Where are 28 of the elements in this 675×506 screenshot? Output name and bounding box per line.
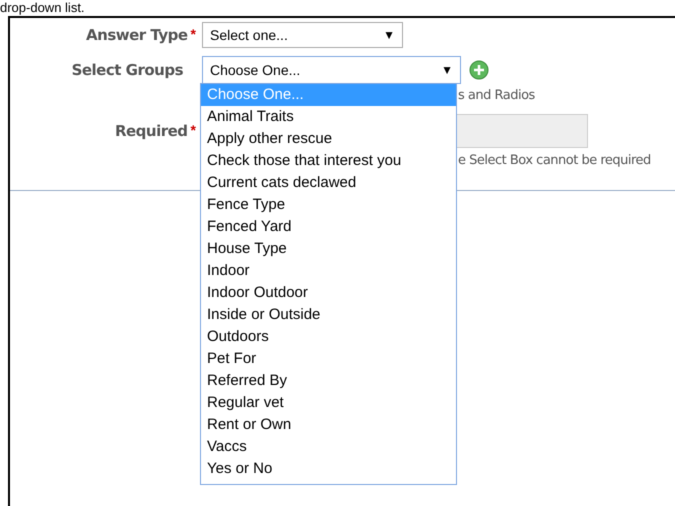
help-text: e Select Box cannot be required [458, 152, 651, 170]
field-label: Required [114, 120, 188, 142]
dropdown-option[interactable]: Vaccs [201, 436, 456, 458]
required-mark: * [190, 120, 196, 140]
dropdown-option[interactable]: Referred By [201, 370, 456, 392]
dropdown-option[interactable]: Outdoors [201, 326, 456, 348]
help-text: s and Radios [458, 87, 535, 106]
dropdown-option[interactable]: Fence Type [201, 194, 456, 216]
dropdown-option[interactable]: Fenced Yard [201, 216, 456, 238]
add-icon[interactable] [469, 60, 489, 80]
dropdown-option[interactable]: Current cats declawed [201, 172, 456, 194]
dropdown-option[interactable]: House Type [201, 238, 456, 260]
dropdown-option[interactable]: Yes or No [201, 458, 456, 480]
dropdown-option[interactable]: Rent or Own [201, 414, 456, 436]
dropdown-option[interactable]: Regular vet [201, 392, 456, 414]
required-mark: * [190, 24, 196, 44]
dropdown-option[interactable]: Pet For [201, 348, 456, 370]
dropdown-option[interactable]: Animal Traits [201, 106, 456, 128]
answer-type-select[interactable]: Select one... ▼ [202, 22, 403, 48]
dropdown-option[interactable]: Indoor Outdoor [201, 282, 456, 304]
dropdown-option[interactable]: Apply other rescue [201, 128, 456, 150]
select-groups-select[interactable]: Choose One... ▼ [202, 56, 461, 84]
dropdown-option[interactable]: Inside or Outside [201, 304, 456, 326]
field-label: Answer Type [86, 24, 188, 46]
dropdown-option[interactable]: Indoor [201, 260, 456, 282]
dropdown-option[interactable]: Check those that interest you [201, 150, 456, 172]
intro-text: drop-down list. [0, 0, 85, 15]
field-label: Select Groups [72, 60, 183, 81]
